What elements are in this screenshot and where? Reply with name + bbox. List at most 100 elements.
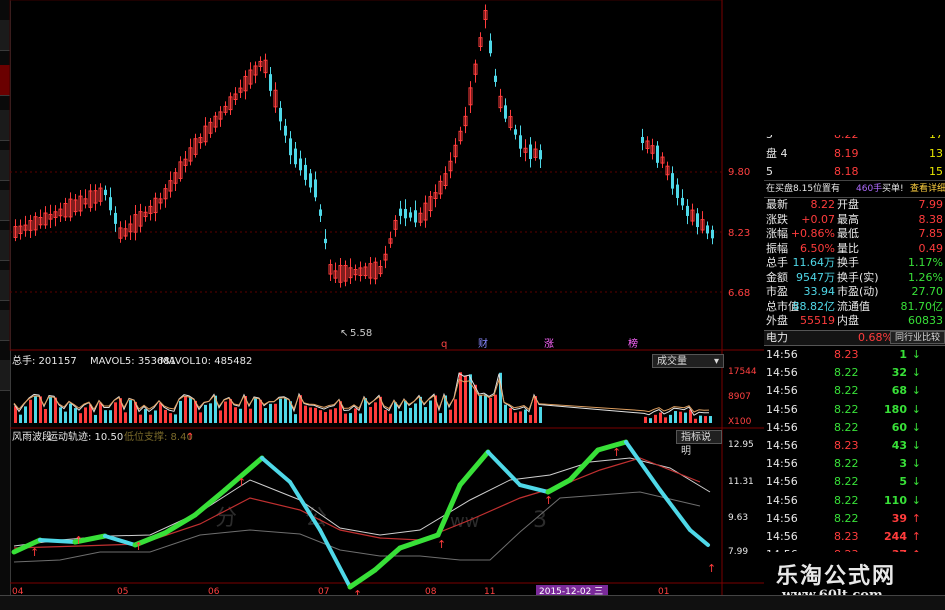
stat-value: +0.07 — [801, 212, 835, 226]
quote-stat-row: 涨跌 +0.07 最高 8.38 — [764, 213, 945, 227]
volume-bar — [104, 410, 107, 423]
tick-row[interactable]: 14:56 8.22 32 ↓ — [764, 365, 945, 381]
volume-bar — [149, 414, 152, 423]
stat-label: 最低 — [837, 227, 859, 240]
tick-list[interactable]: 14:56 8.23 1 ↓ 14:56 8.22 32 ↓ 14:56 8.22 68 ↓ 14:56… — [764, 347, 945, 561]
volume-bar — [84, 407, 87, 423]
tick-volume: 39 — [891, 511, 907, 525]
indicator-wave-rise — [372, 545, 403, 573]
tick-price: 8.23 — [834, 439, 859, 452]
bottom-tab-bar[interactable] — [0, 595, 945, 610]
tick-price: 8.22 — [834, 493, 859, 507]
volume-indicator-dropdown[interactable]: 成交量 ▾ — [652, 354, 724, 368]
tick-row[interactable]: 14:56 8.22 180 ↓ — [764, 402, 945, 418]
stat-label: 市盈(动) — [837, 285, 879, 298]
chart-area[interactable]: 9.80 8.23 6.68 ↖ 5.58 q 财 涨 榜 总手: 201157… — [0, 0, 764, 609]
order-book-row-1[interactable]: 盘 4 8.19 13 — [764, 146, 945, 162]
volume-bar — [139, 414, 142, 423]
notice-buy-link[interactable]: 买单! — [882, 181, 904, 197]
stat-value: 11.64万 — [792, 256, 836, 269]
volume-bar — [259, 399, 262, 423]
volume-axis-label-1: 17544 — [728, 367, 757, 377]
tick-row[interactable]: 14:56 8.22 3 ↓ — [764, 456, 945, 472]
stat-label: 换手(实) — [837, 270, 879, 284]
volume-bar — [164, 409, 167, 423]
order-book-row-2[interactable]: 5 8.18 15 — [764, 164, 945, 180]
quote-stat-row: 外盘 55519 内盘 60833 — [764, 314, 945, 328]
watermark-text-1: 分 — [215, 506, 237, 531]
volume-bar — [129, 400, 132, 423]
candle-body-down — [686, 205, 689, 216]
up-arrow-icon: ↑ — [237, 476, 246, 489]
indicator-help-button[interactable]: 指标说明 — [676, 430, 722, 457]
arrow-up-icon: ↑ — [911, 530, 921, 543]
tick-row[interactable]: 14:56 8.22 39 ↑ — [764, 511, 945, 527]
arrow-down-icon: ↓ — [911, 439, 921, 452]
indicator-wave-rise — [457, 449, 491, 488]
volume-total-label: 总手: 201157 — [12, 354, 77, 367]
volume-bar — [24, 406, 27, 423]
event-mark-2[interactable]: 财 — [478, 337, 488, 350]
big-order-notice: 在买盘8.15位置有 460手 买单! 查看详细 — [764, 180, 945, 198]
up-arrow-icon: ↑ — [134, 540, 143, 553]
stat-value: 9547万 — [796, 270, 835, 284]
sector-name[interactable]: 电力 — [766, 331, 788, 345]
volume-bar — [489, 397, 492, 423]
volume-ma5-line — [13, 372, 710, 416]
notice-detail-link[interactable]: 查看详细 — [910, 181, 945, 197]
stat-value: 8.22 — [810, 198, 836, 211]
stat-label: 量比 — [837, 241, 859, 255]
tick-price: 8.22 — [834, 366, 859, 380]
tick-row[interactable]: 14:56 8.22 68 ↓ — [764, 383, 945, 399]
tick-row[interactable]: 14:56 8.22 60 ↓ — [764, 420, 945, 436]
event-mark-4[interactable]: 榜 — [628, 337, 638, 350]
tick-time: 14:56 — [766, 420, 798, 434]
volume-bar — [309, 407, 312, 423]
stat-label: 最高 — [837, 212, 859, 226]
candle-body-down — [304, 164, 307, 180]
quote-stat-row: 总市值 88.82亿 流通值 81.70亿 — [764, 300, 945, 314]
event-mark-3[interactable]: 涨 — [544, 338, 554, 350]
volume-bar — [154, 410, 157, 423]
tick-time: 14:56 — [766, 439, 798, 452]
volume-bar — [679, 411, 682, 423]
volume-bar — [14, 406, 17, 423]
volume-bar — [404, 400, 407, 423]
quote-stat-row: 金额 9547万 换手(实) 1.26% — [764, 271, 945, 285]
indicator-wave-fall — [658, 488, 692, 532]
volume-bar — [694, 418, 697, 423]
tick-row[interactable]: 14:56 8.22 5 ↓ — [764, 474, 945, 490]
volume-bar — [279, 398, 282, 423]
volume-bar — [329, 409, 332, 423]
tick-row[interactable]: 14:56 8.22 110 ↓ — [764, 493, 945, 509]
volume-bar — [264, 408, 267, 423]
stat-label: 涨幅 — [766, 227, 788, 240]
volume-bar — [699, 415, 702, 423]
candle-body-down — [109, 197, 112, 211]
tick-price: 8.22 — [834, 511, 859, 525]
volume-bar — [669, 414, 672, 423]
quote-stat-row: 市盈 33.94 市盈(动) 27.70 — [764, 285, 945, 299]
volume-bar — [334, 408, 337, 423]
candle-body-down — [494, 75, 497, 82]
indicator-wave-fall — [688, 528, 710, 547]
stat-label: 内盘 — [837, 314, 859, 327]
volume-bar — [384, 410, 387, 423]
candle-body-down — [514, 129, 517, 135]
arrow-down-icon: ↓ — [911, 457, 921, 471]
stat-label: 金额 — [766, 270, 788, 284]
indicator-signal-arrows: ↑↑↑↑↑↑↑↑↑ — [30, 446, 716, 601]
tick-row[interactable]: 14:56 8.23 1 ↓ — [764, 347, 945, 363]
notice-qty: 460手 — [856, 184, 883, 194]
low-price-note: 5.58 — [350, 328, 372, 339]
stat-value: 88.82亿 — [792, 299, 836, 313]
event-mark-1[interactable]: q — [441, 339, 447, 350]
stat-value: 1.17% — [908, 256, 943, 269]
tick-row[interactable]: 14:56 8.23 244 ↑ — [764, 529, 945, 545]
quote-stat-row: 振幅 6.50% 量比 0.49 — [764, 242, 945, 256]
volume-bar — [654, 414, 657, 423]
candle-body-down — [324, 238, 327, 244]
sector-compare-button[interactable]: 同行业比较 — [890, 331, 945, 344]
tick-row[interactable]: 14:56 8.23 43 ↓ — [764, 438, 945, 454]
tick-volume: 244 — [884, 530, 907, 543]
